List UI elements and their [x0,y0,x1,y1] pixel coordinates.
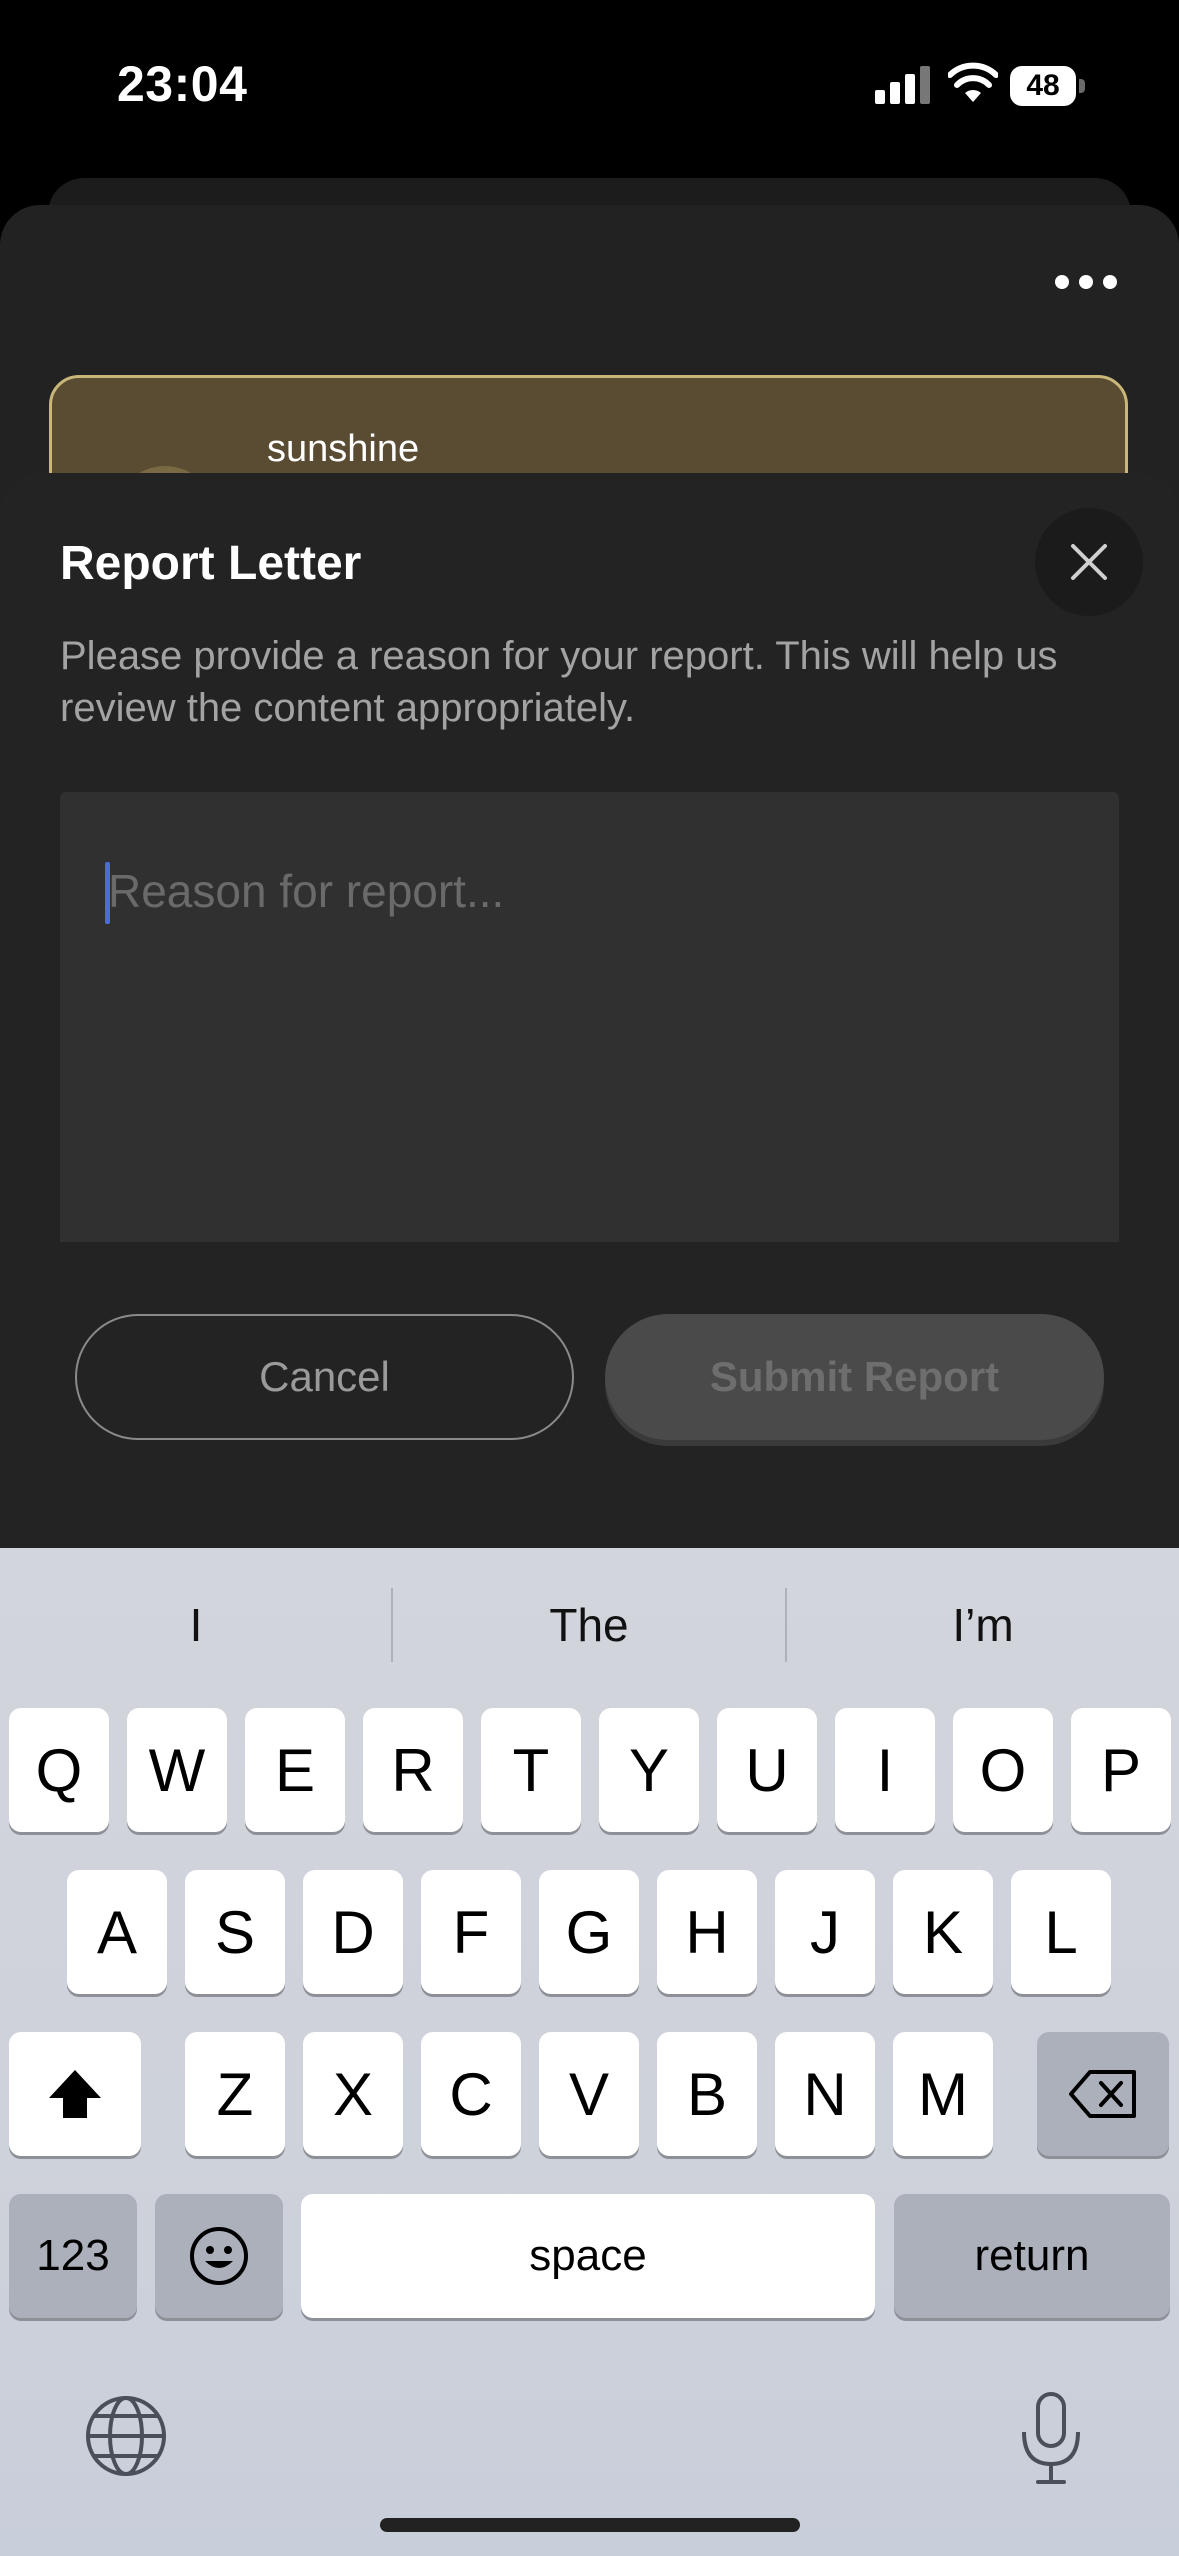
key-h[interactable]: H [657,1870,757,1994]
suggestion-3[interactable]: I’m [787,1590,1179,1660]
reason-textarea[interactable] [60,792,1119,1242]
battery-icon: 48 [1010,66,1086,106]
more-options-button[interactable] [1055,265,1125,299]
ellipsis-icon [1055,275,1069,289]
key-e[interactable]: E [245,1708,345,1832]
key-d[interactable]: D [303,1870,403,1994]
key-b[interactable]: B [657,2032,757,2156]
key-u[interactable]: U [717,1708,817,1832]
key-r[interactable]: R [363,1708,463,1832]
key-c[interactable]: C [421,2032,521,2156]
backspace-icon [1069,2070,1136,2118]
cellular-signal-icon [875,66,931,104]
key-o[interactable]: O [953,1708,1053,1832]
close-icon [1071,544,1107,580]
key-i[interactable]: I [835,1708,935,1832]
key-l[interactable]: L [1011,1870,1111,1994]
status-time: 23:04 [117,56,248,112]
microphone-icon[interactable] [1018,2390,1084,2486]
key-k[interactable]: K [893,1870,993,1994]
key-q[interactable]: Q [9,1708,109,1832]
emoji-icon [190,2227,248,2285]
cancel-button[interactable]: Cancel [75,1314,574,1440]
key-x[interactable]: X [303,2032,403,2156]
submit-report-button[interactable]: Submit Report [605,1314,1104,1440]
globe-icon[interactable] [84,2394,168,2478]
wifi-icon [947,60,999,104]
emoji-key[interactable] [155,2194,283,2318]
key-a[interactable]: A [67,1870,167,1994]
home-indicator[interactable] [380,2518,800,2532]
numbers-key[interactable]: 123 [9,2194,137,2318]
key-v[interactable]: V [539,2032,639,2156]
close-button[interactable] [1035,508,1143,616]
key-n[interactable]: N [775,2032,875,2156]
backspace-key[interactable] [1037,2032,1169,2156]
key-y[interactable]: Y [599,1708,699,1832]
key-z[interactable]: Z [185,2032,285,2156]
space-key[interactable]: space [301,2194,875,2318]
return-key[interactable]: return [894,2194,1170,2318]
key-s[interactable]: S [185,1870,285,1994]
report-title: Report Letter [60,537,362,590]
key-f[interactable]: F [421,1870,521,1994]
key-t[interactable]: T [481,1708,581,1832]
key-m[interactable]: M [893,2032,993,2156]
suggestion-1[interactable]: I [0,1590,392,1660]
key-p[interactable]: P [1071,1708,1171,1832]
shift-key[interactable] [9,2032,141,2156]
letter-author: sunshine [267,428,420,470]
key-g[interactable]: G [539,1870,639,1994]
report-description: Please provide a reason for your report.… [60,634,1058,730]
shift-icon [49,2070,101,2118]
battery-level: 48 [1026,69,1060,102]
suggestion-2[interactable]: The [393,1590,785,1660]
key-w[interactable]: W [127,1708,227,1832]
reason-placeholder: Reason for report... [108,865,505,917]
key-j[interactable]: J [775,1870,875,1994]
